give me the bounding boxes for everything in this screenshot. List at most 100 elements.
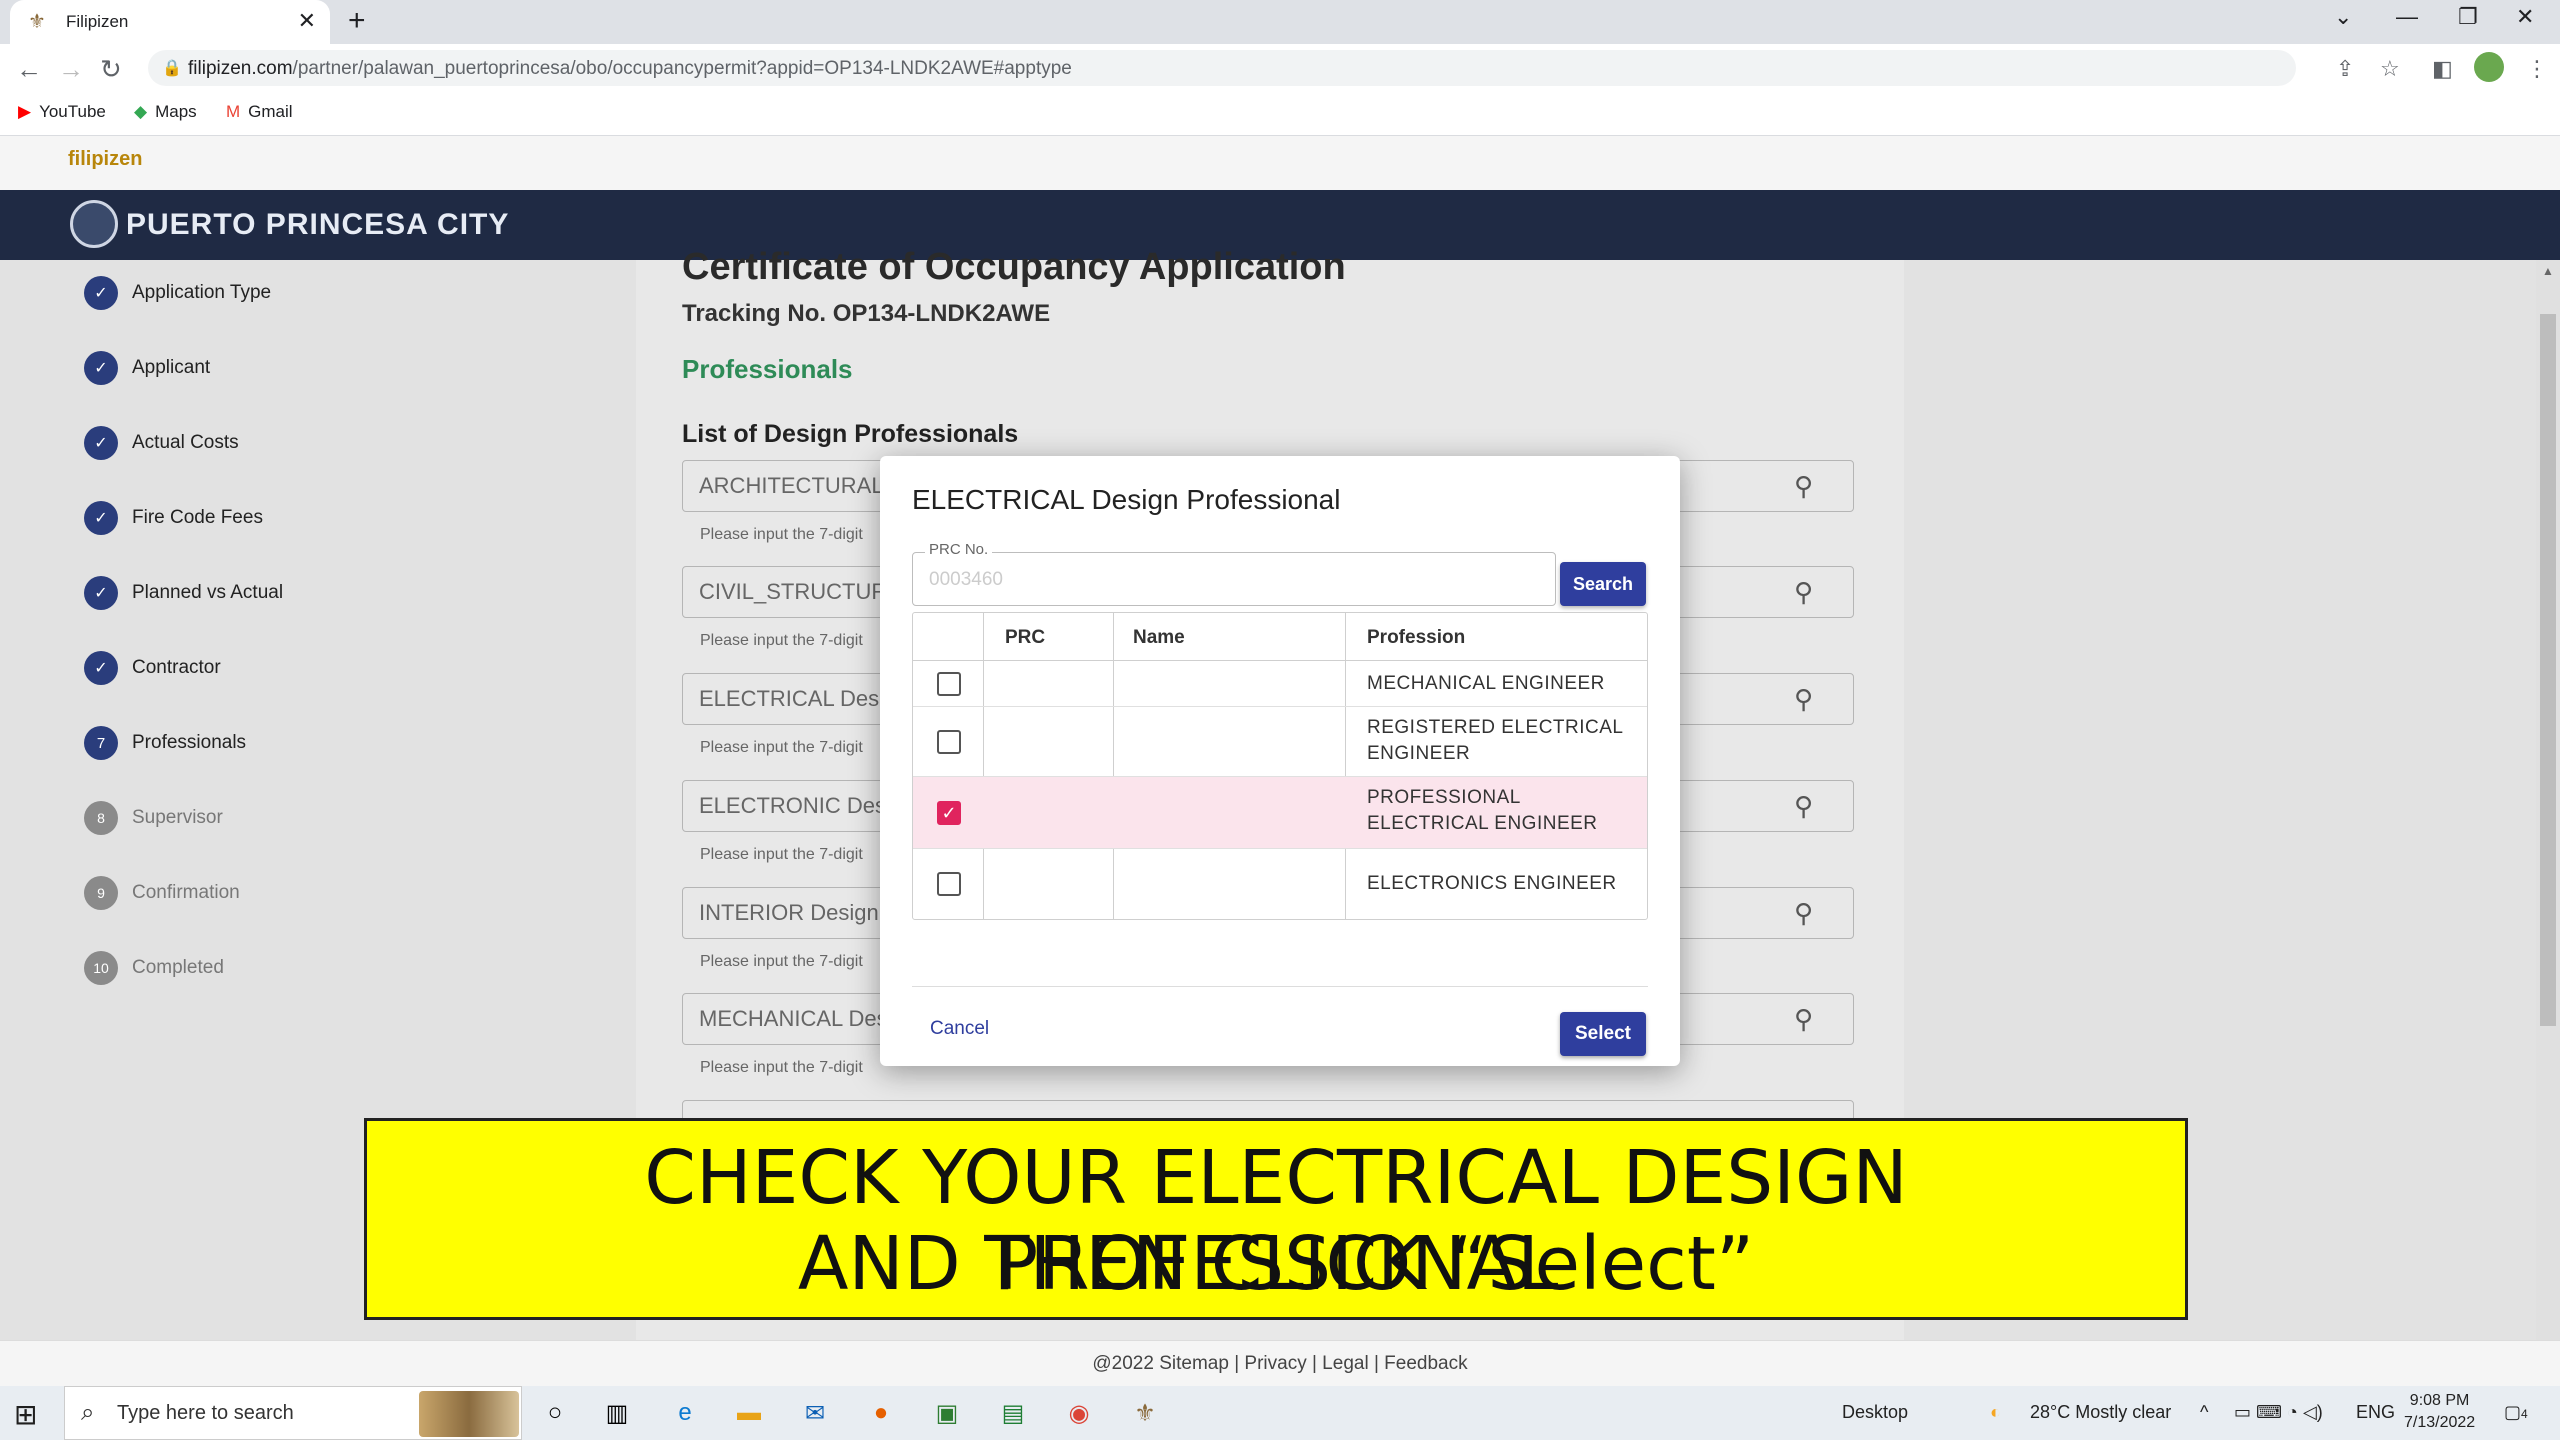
row-checkbox[interactable] [937, 872, 961, 896]
restore-icon[interactable]: ❐ [2458, 4, 2478, 30]
clock-date: 7/13/2022 [2404, 1414, 2476, 1431]
step-applicant[interactable]: ✓ Applicant [84, 351, 210, 385]
bookmark-maps[interactable]: ◆ Maps [134, 102, 197, 122]
filipizen-favicon-icon: ⚜ [28, 11, 46, 33]
chrome-icon[interactable]: ◉ [1062, 1396, 1096, 1430]
footer-links[interactable]: @2022 Sitemap | Privacy | Legal | Feedba… [0, 1353, 2560, 1375]
field-placeholder: INTERIOR Design [699, 900, 879, 925]
minimize-icon[interactable]: — [2396, 4, 2418, 30]
select-button[interactable]: Select [1560, 1012, 1646, 1056]
step-number: 8 [84, 801, 118, 835]
page-title: Certificate of Occupancy Application [682, 246, 1346, 288]
weather-icon: ◐ [1990, 1402, 2001, 1422]
tray-icons[interactable]: ▭ ⌨ ◔ ◁) [2234, 1402, 2323, 1423]
search-button[interactable]: Search [1560, 562, 1646, 606]
site-footer: @2022 Sitemap | Privacy | Legal | Feedba… [0, 1340, 2560, 1386]
filipizen-logo[interactable]: filipizen [68, 148, 142, 171]
browser-tab-bar: ⚜ Filipizen ✕ + ⌄ — ❐ ✕ [0, 0, 2560, 44]
profile-avatar[interactable] [2474, 52, 2504, 82]
row-checkbox[interactable] [937, 672, 961, 696]
bookmark-youtube[interactable]: ▶ YouTube [18, 102, 106, 122]
step-contractor[interactable]: ✓ Contractor [84, 651, 221, 685]
row-checkbox-checked[interactable]: ✓ [937, 801, 961, 825]
prc-number-input[interactable]: PRC No. 0003460 [912, 541, 1556, 606]
pinned-app-icon[interactable]: ⚜ [1128, 1396, 1162, 1430]
table-row-selected[interactable]: ✓ PROFESSIONAL ELECTRICAL ENGINEER [913, 777, 1647, 849]
search-icon[interactable]: ⚲ [1794, 471, 1813, 502]
search-icon[interactable]: ⚲ [1794, 791, 1813, 822]
table-row[interactable]: ELECTRONICS ENGINEER [913, 849, 1647, 919]
show-hidden-icons[interactable]: ^ [2200, 1402, 2208, 1423]
search-icon[interactable]: ⚲ [1794, 684, 1813, 715]
file-explorer-icon[interactable]: ▬ [732, 1396, 766, 1430]
dialog-title: ELECTRICAL Design Professional [912, 484, 1341, 515]
menu-kebab-icon[interactable]: ⋮ [2526, 56, 2548, 82]
cortana-icon[interactable]: ○ [538, 1396, 572, 1430]
notifications-icon[interactable]: ▢4 [2504, 1402, 2528, 1423]
profession-line: ELECTRICAL ENGINEER [1367, 813, 1598, 834]
url-bar[interactable]: 🔒 filipizen.com/partner/palawan_puertopr… [148, 50, 2296, 86]
step-application-type[interactable]: ✓ Application Type [84, 276, 271, 310]
new-tab-button[interactable]: + [348, 4, 366, 38]
row-checkbox[interactable] [937, 730, 961, 754]
step-fire-code-fees[interactable]: ✓ Fire Code Fees [84, 501, 263, 535]
field-hint: Please input the 7-digit [700, 526, 863, 543]
cancel-button[interactable]: Cancel [930, 1018, 989, 1040]
profession-cell: ELECTRONICS ENGINEER [1367, 871, 1617, 897]
step-label: Professionals [132, 732, 247, 753]
table-header: PRC Name Profession [913, 613, 1647, 661]
step-label: Confirmation [132, 882, 240, 903]
language-indicator[interactable]: ENG [2356, 1402, 2395, 1423]
instruction-caption: CHECK YOUR ELECTRICAL DESIGN PROFESSIONA… [364, 1118, 2188, 1320]
step-professionals[interactable]: 7 Professionals [84, 726, 246, 760]
step-actual-costs[interactable]: ✓ Actual Costs [84, 426, 239, 460]
check-icon: ✓ [84, 651, 118, 685]
table-row[interactable]: MECHANICAL ENGINEER [913, 661, 1647, 707]
bookmark-star-icon[interactable]: ☆ [2380, 56, 2400, 82]
step-number: 10 [84, 951, 118, 985]
browser-tab[interactable]: ⚜ Filipizen ✕ [10, 0, 330, 44]
field-placeholder: ELECTRICAL Des [699, 686, 880, 711]
windows-start-icon[interactable]: ⊞ [14, 1398, 37, 1431]
notes-icon[interactable]: ▤ [996, 1396, 1030, 1430]
taskbar-search-box[interactable]: ⌕ Type here to search [64, 1386, 522, 1440]
table-row[interactable]: REGISTERED ELECTRICAL ENGINEER [913, 707, 1647, 777]
scroll-up-icon[interactable]: ▲ [2542, 264, 2554, 278]
clock-time: 9:08 PM [2409, 1392, 2470, 1409]
step-number: 9 [84, 876, 118, 910]
mail-icon[interactable]: ✉ [798, 1396, 832, 1430]
scroll-thumb[interactable] [2540, 314, 2556, 1026]
step-label: Supervisor [132, 807, 223, 828]
side-panel-icon[interactable]: ◧ [2432, 56, 2453, 82]
system-clock[interactable]: 9:08 PM 7/13/2022 [2404, 1390, 2475, 1434]
desktop-toolbar-label[interactable]: Desktop [1842, 1402, 1908, 1423]
profession-cell: REGISTERED ELECTRICAL ENGINEER [1367, 715, 1624, 767]
close-tab-icon[interactable]: ✕ [298, 8, 316, 34]
edge-icon[interactable]: e [668, 1396, 702, 1430]
professionals-table: PRC Name Profession MECHANICAL ENGINEER … [912, 612, 1648, 920]
search-icon[interactable]: ⚲ [1794, 898, 1813, 929]
gmail-icon: M [226, 102, 241, 121]
search-icon[interactable]: ⚲ [1794, 577, 1813, 608]
window-close-icon[interactable]: ✕ [2516, 4, 2534, 30]
firefox-icon[interactable]: ● [864, 1396, 898, 1430]
share-icon[interactable]: ⇪ [2336, 56, 2354, 82]
field-placeholder: ARCHITECTURAL [699, 473, 884, 498]
weather-text[interactable]: 28°C Mostly clear [2030, 1402, 2171, 1423]
bookmark-gmail[interactable]: M Gmail [226, 102, 293, 122]
tab-search-icon[interactable]: ⌄ [2334, 4, 2352, 30]
column-header-name: Name [1133, 627, 1185, 648]
page-scrollbar[interactable]: ▲ ▼ [2536, 260, 2560, 1340]
profession-line: ELECTRONICS ENGINEER [1367, 873, 1617, 894]
app-icon[interactable]: ▣ [930, 1396, 964, 1430]
back-icon[interactable]: ← [16, 54, 42, 85]
forward-icon[interactable]: → [58, 54, 84, 85]
reload-icon[interactable]: ↻ [100, 54, 122, 85]
prc-field-value: 0003460 [929, 569, 1003, 590]
site-top-strip: filipizen [0, 136, 2560, 190]
task-view-icon[interactable]: ▥ [600, 1396, 634, 1430]
lock-icon: 🔒 [162, 60, 182, 77]
step-planned-vs-actual[interactable]: ✓ Planned vs Actual [84, 576, 283, 610]
search-icon[interactable]: ⚲ [1794, 1004, 1813, 1035]
step-label: Contractor [132, 657, 221, 678]
